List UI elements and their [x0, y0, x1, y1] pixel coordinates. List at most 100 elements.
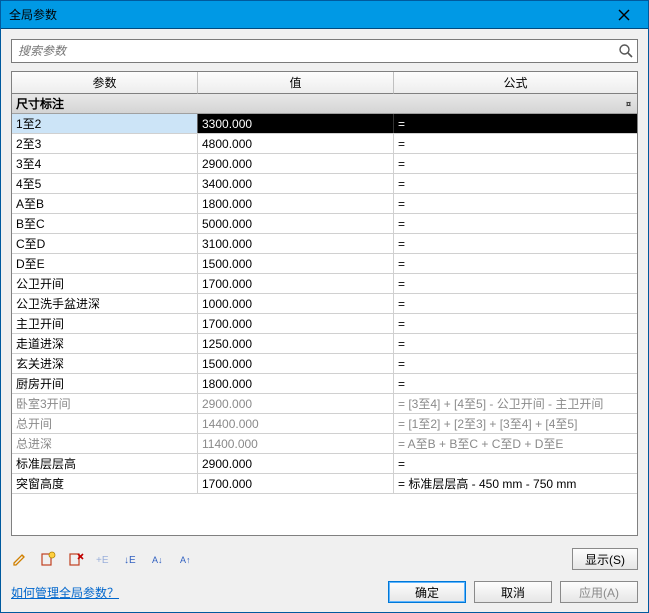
table-row[interactable]: 突窗高度1700.000= 标准层层高 - 450 mm - 750 mm [12, 474, 637, 494]
new-parameter-icon[interactable] [39, 550, 57, 568]
close-icon [618, 9, 630, 21]
table-row[interactable]: 公卫开间1700.000= [12, 274, 637, 294]
formula-cell[interactable]: = [394, 334, 637, 353]
formula-cell[interactable]: = [394, 114, 637, 133]
table-row[interactable]: 1至23300.000= [12, 114, 637, 134]
table-row[interactable]: B至C5000.000= [12, 214, 637, 234]
value-cell[interactable]: 1700.000 [198, 474, 394, 493]
param-cell[interactable]: 卧室3开间 [12, 394, 198, 413]
help-link[interactable]: 如何管理全局参数？ [11, 584, 119, 601]
sort-ascending-icon[interactable]: A↓ [151, 550, 169, 568]
apply-button[interactable]: 应用(A) [560, 581, 638, 603]
table-row[interactable]: 2至34800.000= [12, 134, 637, 154]
table-row[interactable]: 主卫开间1700.000= [12, 314, 637, 334]
table-row[interactable]: C至D3100.000= [12, 234, 637, 254]
table-row[interactable]: A至B1800.000= [12, 194, 637, 214]
edit-icon[interactable] [11, 550, 29, 568]
table-body: 1至23300.000=2至34800.000=3至42900.000=4至53… [12, 114, 637, 535]
table-row[interactable]: 玄关进深1500.000= [12, 354, 637, 374]
table-row[interactable]: D至E1500.000= [12, 254, 637, 274]
param-cell[interactable]: 公卫洗手盆进深 [12, 294, 198, 313]
param-cell[interactable]: 走道进深 [12, 334, 198, 353]
table-row[interactable]: 总进深11400.000= A至B + B至C + C至D + D至E [12, 434, 637, 454]
move-up-icon[interactable]: +E [95, 550, 113, 568]
footer-row: 如何管理全局参数？ 确定 取消 应用(A) [11, 578, 638, 606]
value-cell[interactable]: 1700.000 [198, 274, 394, 293]
param-cell[interactable]: 玄关进深 [12, 354, 198, 373]
table-row[interactable]: 总开间14400.000= [1至2] + [2至3] + [3至4] + [4… [12, 414, 637, 434]
param-cell[interactable]: C至D [12, 234, 198, 253]
param-cell[interactable]: D至E [12, 254, 198, 273]
show-button[interactable]: 显示(S) [572, 548, 638, 570]
delete-parameter-icon[interactable] [67, 550, 85, 568]
formula-cell[interactable]: = [394, 314, 637, 333]
value-cell[interactable]: 1500.000 [198, 254, 394, 273]
value-cell[interactable]: 4800.000 [198, 134, 394, 153]
formula-cell[interactable]: = [394, 354, 637, 373]
formula-cell[interactable]: = [394, 274, 637, 293]
value-cell[interactable]: 2900.000 [198, 454, 394, 473]
formula-cell[interactable]: = [394, 174, 637, 193]
column-header-value[interactable]: 值 [198, 72, 394, 94]
formula-cell[interactable]: = [1至2] + [2至3] + [3至4] + [4至5] [394, 414, 637, 433]
value-cell[interactable]: 11400.000 [198, 434, 394, 453]
formula-cell[interactable]: = [394, 254, 637, 273]
value-cell[interactable]: 3100.000 [198, 234, 394, 253]
param-cell[interactable]: 公卫开间 [12, 274, 198, 293]
param-cell[interactable]: 厨房开间 [12, 374, 198, 393]
sort-descending-icon[interactable]: A↑ [179, 550, 197, 568]
value-cell[interactable]: 2900.000 [198, 394, 394, 413]
formula-cell[interactable]: = [394, 234, 637, 253]
column-header-formula[interactable]: 公式 [394, 72, 637, 94]
formula-cell[interactable]: = [394, 454, 637, 473]
value-cell[interactable]: 1800.000 [198, 194, 394, 213]
param-cell[interactable]: 2至3 [12, 134, 198, 153]
column-header-param[interactable]: 参数 [12, 72, 198, 94]
value-cell[interactable]: 14400.000 [198, 414, 394, 433]
table-header: 参数 值 公式 [12, 72, 637, 94]
param-cell[interactable]: 标准层层高 [12, 454, 198, 473]
value-cell[interactable]: 1500.000 [198, 354, 394, 373]
value-cell[interactable]: 2900.000 [198, 154, 394, 173]
value-cell[interactable]: 5000.000 [198, 214, 394, 233]
formula-cell[interactable]: = [3至4] + [4至5] - 公卫开间 - 主卫开间 [394, 394, 637, 413]
value-cell[interactable]: 3400.000 [198, 174, 394, 193]
formula-cell[interactable]: = [394, 194, 637, 213]
table-row[interactable]: 厨房开间1800.000= [12, 374, 637, 394]
table-row[interactable]: 4至53400.000= [12, 174, 637, 194]
param-cell[interactable]: 主卫开间 [12, 314, 198, 333]
table-row[interactable]: 3至42900.000= [12, 154, 637, 174]
table-row[interactable]: 标准层层高2900.000= [12, 454, 637, 474]
value-cell[interactable]: 1000.000 [198, 294, 394, 313]
formula-cell[interactable]: = 标准层层高 - 450 mm - 750 mm [394, 474, 637, 493]
param-cell[interactable]: 4至5 [12, 174, 198, 193]
close-button[interactable] [604, 2, 644, 28]
move-down-icon[interactable]: ↓E [123, 550, 141, 568]
search-input[interactable] [12, 40, 615, 62]
param-cell[interactable]: B至C [12, 214, 198, 233]
value-cell[interactable]: 1250.000 [198, 334, 394, 353]
formula-cell[interactable]: = [394, 374, 637, 393]
formula-cell[interactable]: = A至B + B至C + C至D + D至E [394, 434, 637, 453]
value-cell[interactable]: 3300.000 [198, 114, 394, 133]
value-cell[interactable]: 1800.000 [198, 374, 394, 393]
titlebar: 全局参数 [1, 1, 648, 29]
formula-cell[interactable]: = [394, 214, 637, 233]
table-row[interactable]: 公卫洗手盆进深1000.000= [12, 294, 637, 314]
ok-button[interactable]: 确定 [388, 581, 466, 603]
param-cell[interactable]: 总进深 [12, 434, 198, 453]
param-cell[interactable]: 总开间 [12, 414, 198, 433]
param-cell[interactable]: A至B [12, 194, 198, 213]
cancel-button[interactable]: 取消 [474, 581, 552, 603]
search-icon[interactable] [615, 40, 637, 62]
formula-cell[interactable]: = [394, 134, 637, 153]
param-cell[interactable]: 突窗高度 [12, 474, 198, 493]
group-dimensions[interactable]: 尺寸标注 ¤ [12, 94, 637, 114]
value-cell[interactable]: 1700.000 [198, 314, 394, 333]
table-row[interactable]: 卧室3开间2900.000= [3至4] + [4至5] - 公卫开间 - 主卫… [12, 394, 637, 414]
param-cell[interactable]: 3至4 [12, 154, 198, 173]
formula-cell[interactable]: = [394, 294, 637, 313]
formula-cell[interactable]: = [394, 154, 637, 173]
table-row[interactable]: 走道进深1250.000= [12, 334, 637, 354]
param-cell[interactable]: 1至2 [12, 114, 198, 133]
